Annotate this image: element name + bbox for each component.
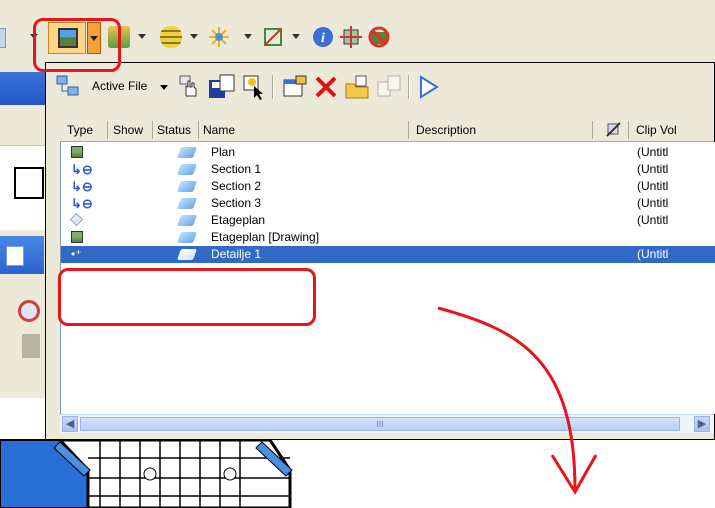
annotation-arrow (437, 306, 598, 495)
